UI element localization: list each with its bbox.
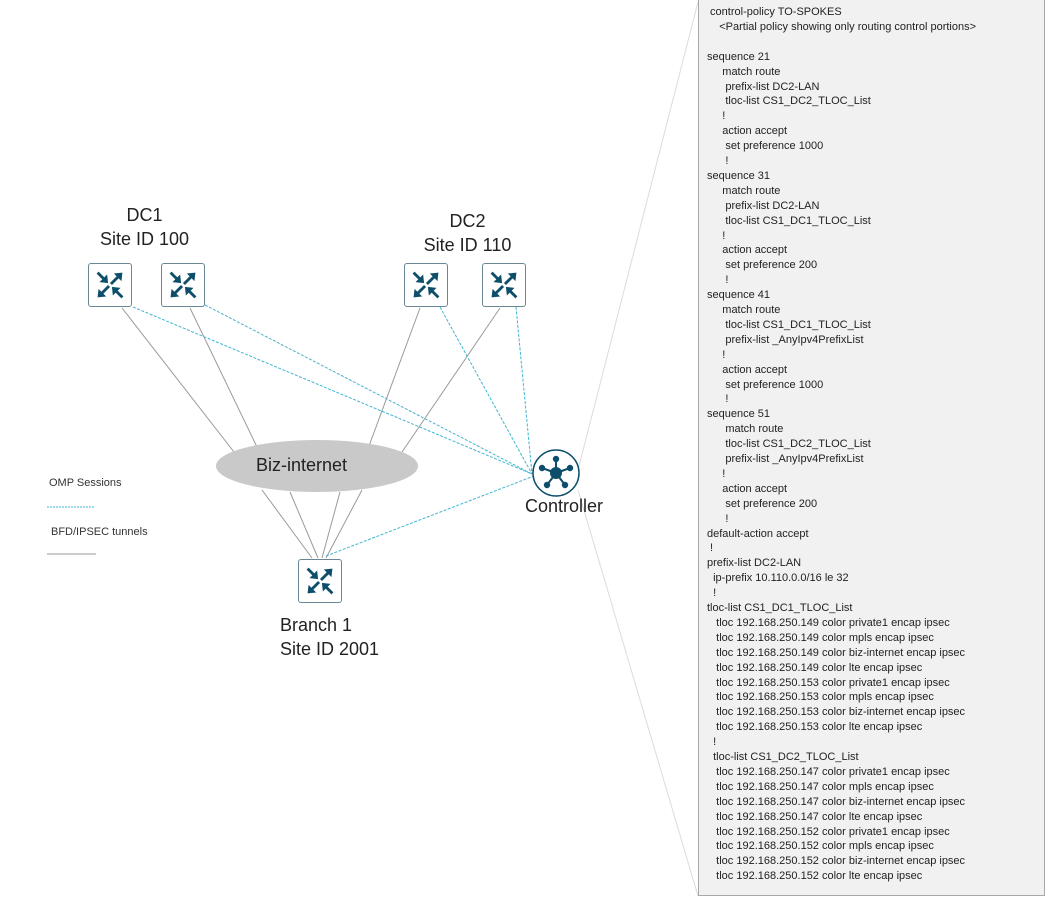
policy-line: prefix-list _AnyIpv4PrefixList xyxy=(707,453,864,465)
policy-line: tloc-list CS1_DC1_TLOC_List xyxy=(707,214,871,227)
policy-line: tloc 192.168.250.149 color private1 enca… xyxy=(707,616,950,629)
policy-line: tloc 192.168.250.149 color lte encap ips… xyxy=(707,661,923,674)
policy-line: action accept xyxy=(707,125,788,138)
policy-line: ! xyxy=(707,155,729,167)
dc1-site-id: Site ID 100 xyxy=(99,229,190,249)
policy-line: tloc 192.168.250.152 color biz-internet … xyxy=(707,855,966,868)
policy-line: ! xyxy=(707,229,726,242)
dc1-label: DC1 Site ID 100 xyxy=(92,203,197,251)
branch1-name: Branch 1 xyxy=(280,615,353,635)
tunnel-internet-branch-2 xyxy=(289,491,319,559)
policy-line: tloc-list CS1_DC1_TLOC_List xyxy=(707,318,871,331)
callout-line-top xyxy=(577,1,699,471)
controller-label: Controller xyxy=(525,496,604,516)
policy-line: tloc 192.168.250.153 color biz-internet … xyxy=(707,706,966,719)
policy-line: match route xyxy=(707,423,784,436)
policy-line: default-action accept xyxy=(707,527,809,540)
policy-line: prefix-list _AnyIpv4PrefixList xyxy=(707,333,864,346)
policy-line: tloc 192.168.250.152 color private1 enca… xyxy=(707,825,950,838)
policy-line: match route xyxy=(707,304,781,316)
branch1-label: Branch 1 Site ID 2001 xyxy=(280,613,379,661)
policy-config-panel: control-policy TO-SPOKES <Partial policy… xyxy=(698,0,1045,896)
policy-line: ! xyxy=(707,467,726,480)
policy-line: ! xyxy=(707,274,729,287)
tunnel-dc2b-internet xyxy=(401,307,501,453)
policy-line: sequence 21 xyxy=(707,50,770,63)
policy-line: action accept xyxy=(707,244,788,257)
policy-line: action accept xyxy=(707,482,788,495)
policy-line: set preference 1000 xyxy=(707,378,824,391)
policy-line: tloc 192.168.250.152 color lte encap ips… xyxy=(707,870,923,883)
dc1-name: DC1 xyxy=(126,205,163,225)
dc2-name: DC2 xyxy=(449,211,486,231)
callout-line-bottom xyxy=(577,489,699,897)
bfd-tunnels xyxy=(121,307,501,559)
branch1-site-id: Site ID 2001 xyxy=(280,639,380,659)
router-dc1-a[interactable] xyxy=(88,263,132,307)
policy-line: tloc 192.168.250.147 color biz-internet … xyxy=(707,795,966,808)
router-branch1[interactable] xyxy=(298,559,342,603)
policy-line: match route xyxy=(707,184,781,197)
policy-line: ! xyxy=(707,542,714,555)
policy-line: sequence 51 xyxy=(707,408,770,421)
policy-line: ! xyxy=(707,393,729,406)
router-icon xyxy=(306,567,334,595)
policy-line: tloc 192.168.250.149 color mpls encap ip… xyxy=(707,631,934,644)
policy-line: tloc 192.168.250.147 color mpls encap ip… xyxy=(707,780,934,793)
policy-line: match route xyxy=(707,65,781,78)
tunnel-dc1a-internet xyxy=(121,307,235,453)
policy-line: ip-prefix 10.110.0.0/16 le 32 xyxy=(707,572,849,585)
policy-line: ! xyxy=(707,587,717,600)
router-icon xyxy=(169,271,197,299)
policy-line: tloc 192.168.250.147 color private1 enca… xyxy=(707,765,950,778)
tunnel-internet-branch-1 xyxy=(261,489,313,559)
router-dc1-b[interactable] xyxy=(161,263,205,307)
policy-line: ! xyxy=(707,736,717,749)
policy-line: tloc-list CS1_DC2_TLOC_List xyxy=(707,438,871,451)
router-icon xyxy=(96,271,124,299)
policy-line: <Partial policy showing only routing con… xyxy=(707,20,977,33)
router-icon xyxy=(490,271,518,299)
policy-line: sequence 31 xyxy=(707,169,770,182)
policy-line: control-policy TO-SPOKES xyxy=(707,6,842,18)
tunnel-dc1b-internet xyxy=(189,307,258,448)
policy-line: sequence 41 xyxy=(707,289,770,302)
policy-line: tloc-list CS1_DC1_TLOC_List xyxy=(707,602,853,614)
policy-line: tloc 192.168.250.152 color mpls encap ip… xyxy=(707,840,934,853)
policy-line: tloc 192.168.250.153 color private1 enca… xyxy=(707,676,950,689)
policy-line: tloc 192.168.250.153 color mpls encap ip… xyxy=(707,691,934,704)
router-icon xyxy=(412,271,440,299)
policy-line: tloc 192.168.250.153 color lte encap ips… xyxy=(707,721,923,734)
policy-line: action accept xyxy=(707,363,788,376)
controller-icon xyxy=(532,449,580,497)
router-dc2-b[interactable] xyxy=(482,263,526,307)
policy-line: ! xyxy=(707,512,729,525)
omp-sessions xyxy=(132,304,535,557)
policy-line: prefix-list DC2-LAN xyxy=(707,199,820,212)
policy-line: prefix-list DC2-LAN xyxy=(707,557,802,570)
policy-line: tloc-list CS1_DC2_TLOC_List xyxy=(707,95,871,108)
policy-line: prefix-list DC2-LAN xyxy=(707,80,820,93)
tunnel-dc2a-internet xyxy=(368,307,421,447)
dc2-label: DC2 Site ID 110 xyxy=(415,209,520,257)
policy-line: tloc 192.168.250.149 color biz-internet … xyxy=(707,646,966,659)
router-dc2-a[interactable] xyxy=(404,263,448,307)
biz-internet-label: Biz-internet xyxy=(256,455,348,475)
policy-line: ! xyxy=(707,110,726,123)
policy-line: ! xyxy=(707,348,726,361)
dc2-site-id: Site ID 110 xyxy=(423,235,512,255)
policy-line: set preference 200 xyxy=(707,497,818,510)
policy-line: tloc 192.168.250.147 color lte encap ips… xyxy=(707,810,923,823)
legend-omp-label: OMP Sessions xyxy=(49,477,122,489)
policy-line: tloc-list CS1_DC2_TLOC_List xyxy=(707,751,859,763)
legend-bfd-label: BFD/IPSEC tunnels xyxy=(51,526,148,538)
policy-line: set preference 1000 xyxy=(707,140,824,153)
policy-line: set preference 200 xyxy=(707,259,818,272)
